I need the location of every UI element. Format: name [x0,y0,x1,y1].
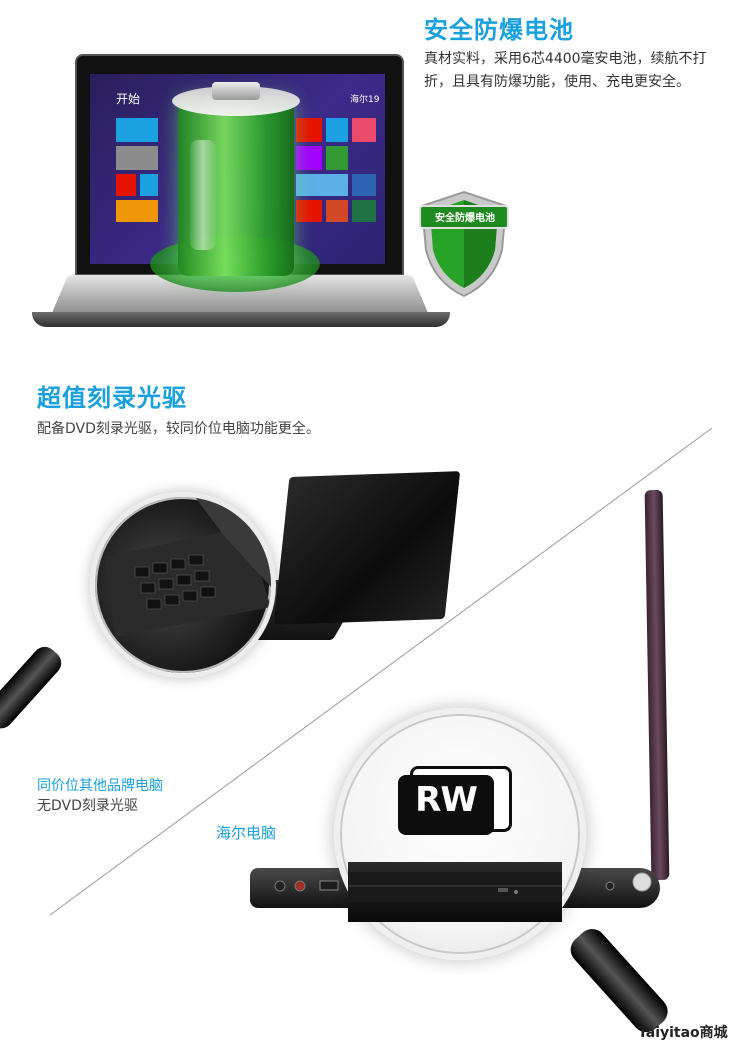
optical-drive-section-description: 配备DVD刻录光驱，较同价位电脑功能更全。 [37,421,320,437]
laptop-front-edge [32,312,450,327]
screen-user-label: 海尔19 [350,95,380,105]
battery-shine [190,140,216,250]
magnifier-lens-competitor [90,492,276,678]
battery-section-description: 真材实料，采用6芯4400毫安电池，续航不打折，且具有防爆功能，使用、充电更安全… [424,51,707,90]
competitor-caption-detail: 无DVD刻录光驱 [37,798,138,814]
closed-laptop-lid [273,471,461,625]
screen-start-label: 开始 [116,92,141,106]
optical-drive-section-title: 超值刻录光驱 [37,384,187,412]
brand-label: 海尔电脑 [216,824,277,842]
shield-icon [419,190,509,298]
store-watermark: Taiyitao商城 [638,1025,728,1041]
shield-label: 安全防爆电池 [435,213,495,224]
battery-section-title: 安全防爆电池 [424,16,574,44]
competitor-caption: 同价位其他品牌电脑 [37,778,163,794]
battery-cap [212,82,260,100]
dvd-drive-tray [348,862,562,922]
rw-badge-text: RW [415,780,478,820]
